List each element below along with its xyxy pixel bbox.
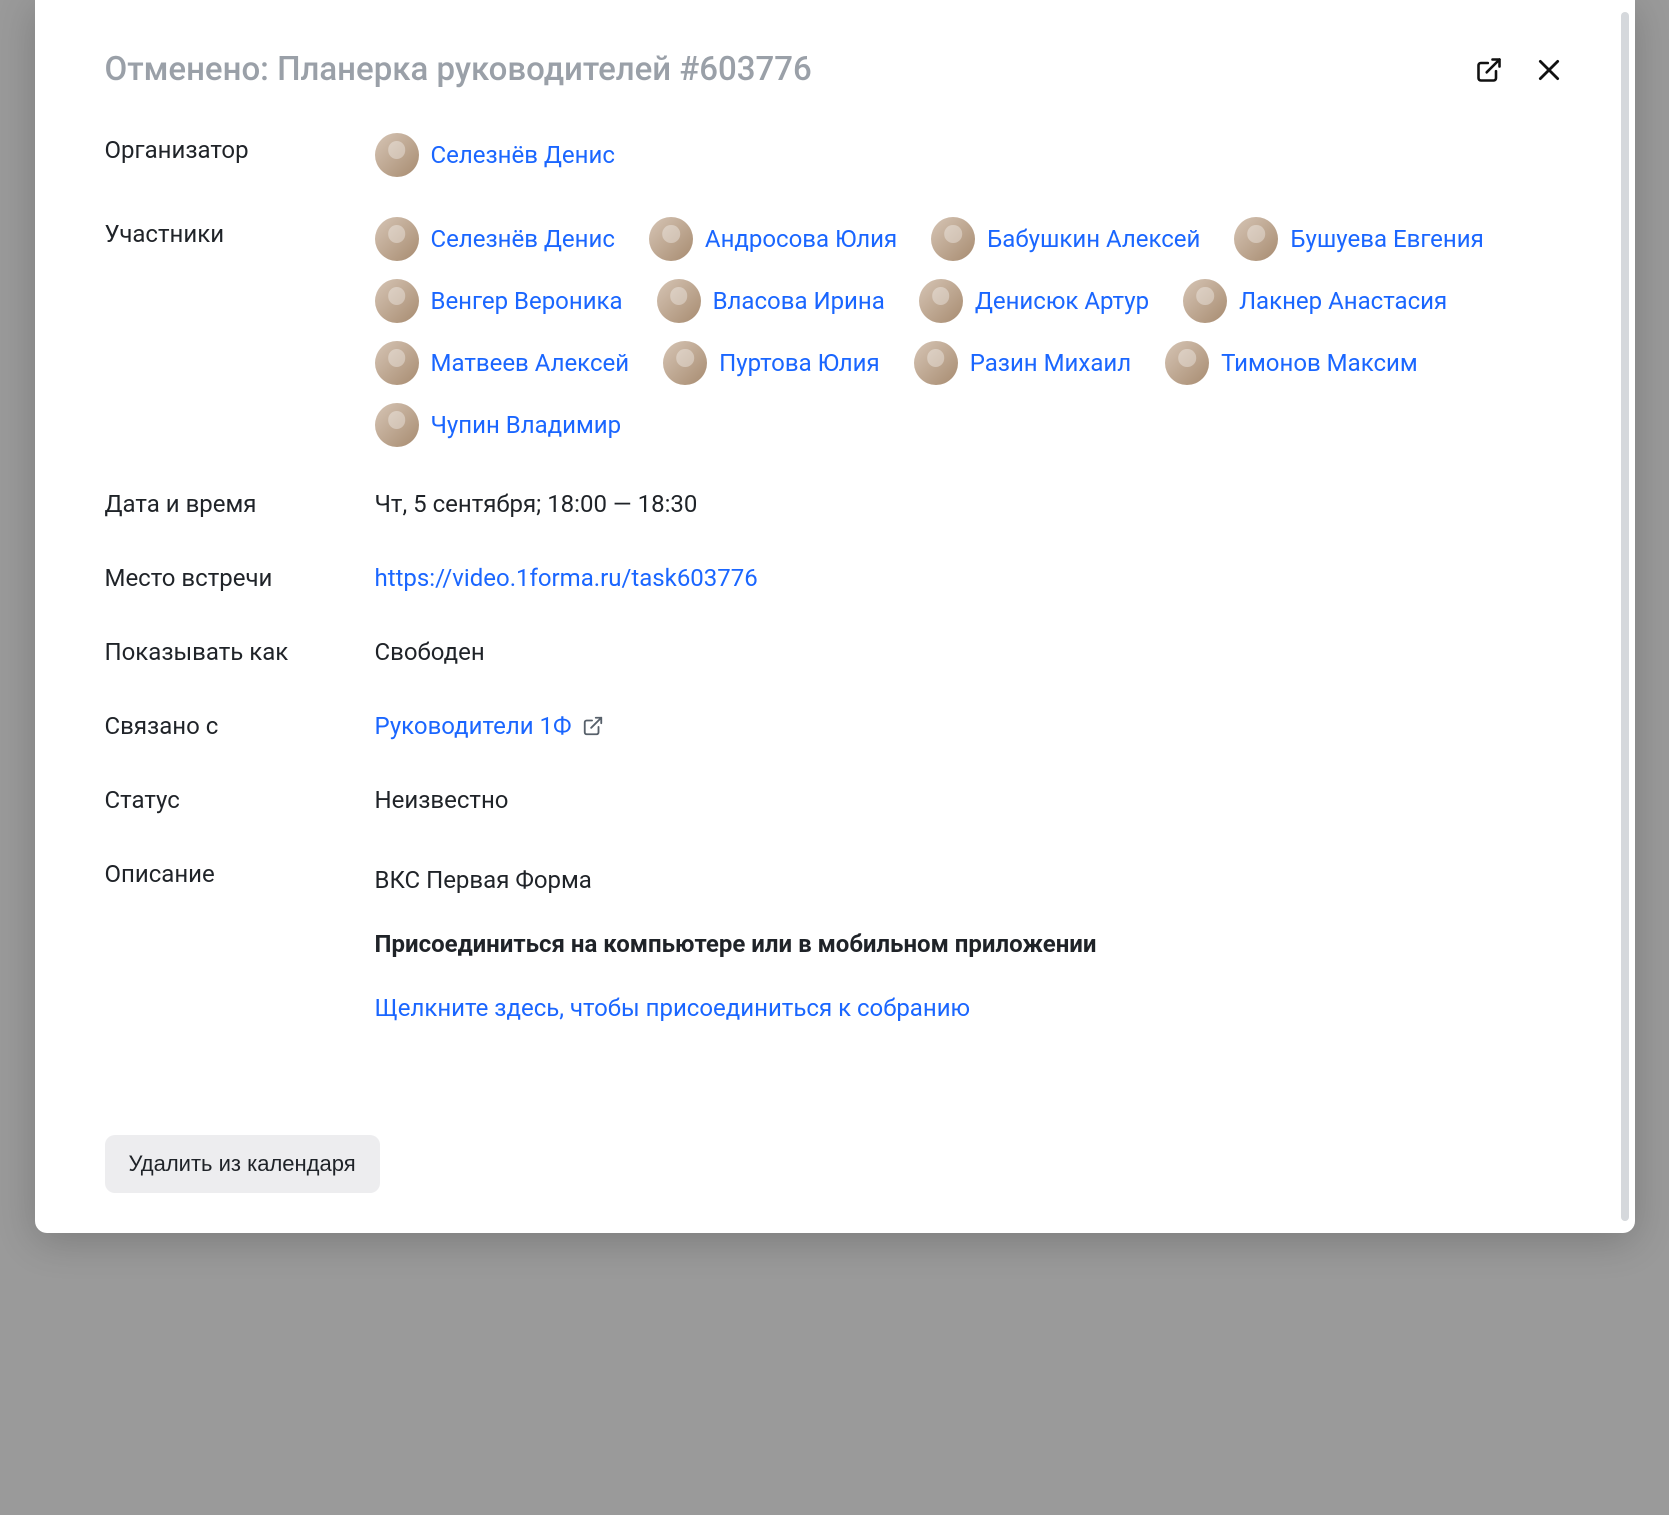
modal-header: Отменено: Планерка руководителей #603776 — [105, 50, 1565, 89]
modal-footer: Удалить из календаря — [105, 1135, 1565, 1193]
avatar — [375, 403, 419, 447]
person-name: Матвеев Алексей — [431, 346, 630, 380]
label-datetime: Дата и время — [105, 487, 375, 521]
row-status: Статус Неизвестно — [105, 783, 1565, 817]
participant-person[interactable]: Тимонов Максим — [1165, 341, 1418, 385]
value-location: https://video.1forma.ru/task603776 — [375, 561, 1565, 595]
avatar — [914, 341, 958, 385]
value-description: ВКС Первая Форма Присоединиться на компь… — [375, 863, 1565, 1055]
participant-person[interactable]: Бабушкин Алексей — [931, 217, 1200, 261]
participant-person[interactable]: Разин Михаил — [914, 341, 1131, 385]
participant-person[interactable]: Власова Ирина — [657, 279, 885, 323]
row-organizer: Организатор Селезнёв Денис — [105, 133, 1565, 177]
participant-person[interactable]: Венгер Вероника — [375, 279, 623, 323]
label-related: Связано с — [105, 709, 375, 743]
avatar — [919, 279, 963, 323]
person-name: Разин Михаил — [970, 346, 1131, 380]
participant-person[interactable]: Пуртова Юлия — [663, 341, 880, 385]
person-name: Селезнёв Денис — [431, 222, 615, 256]
participant-person[interactable]: Селезнёв Денис — [375, 217, 615, 261]
person-name: Бабушкин Алексей — [987, 222, 1200, 256]
avatar — [375, 279, 419, 323]
person-name: Тимонов Максим — [1221, 346, 1418, 380]
avatar — [375, 217, 419, 261]
event-title: Отменено: Планерка руководителей #603776 — [105, 50, 812, 89]
value-showas: Свободен — [375, 635, 1565, 669]
external-link-icon — [582, 715, 604, 737]
person-name: Андросова Юлия — [705, 222, 897, 256]
description-heading: Присоединиться на компьютере или в мобил… — [375, 927, 1565, 961]
avatar — [649, 217, 693, 261]
avatar — [375, 341, 419, 385]
avatar — [1234, 217, 1278, 261]
row-description: Описание ВКС Первая Форма Присоединиться… — [105, 857, 1565, 1055]
related-link[interactable]: Руководители 1Ф — [375, 709, 604, 743]
avatar — [663, 341, 707, 385]
participant-person[interactable]: Лакнер Анастасия — [1183, 279, 1447, 323]
row-datetime: Дата и время Чт, 5 сентября; 18:00 — 18:… — [105, 487, 1565, 521]
row-showas: Показывать как Свободен — [105, 635, 1565, 669]
value-related: Руководители 1Ф — [375, 709, 1565, 743]
organizer-person[interactable]: Селезнёв Денис — [375, 133, 1565, 177]
event-modal: Отменено: Планерка руководителей #603776… — [35, 0, 1635, 1233]
person-name: Лакнер Анастасия — [1239, 284, 1447, 318]
participant-person[interactable]: Бушуева Евгения — [1234, 217, 1483, 261]
close-icon[interactable] — [1533, 54, 1565, 86]
avatar — [657, 279, 701, 323]
label-location: Место встречи — [105, 561, 375, 595]
avatar — [1183, 279, 1227, 323]
person-name: Чупин Владимир — [431, 408, 622, 442]
value-participants: Селезнёв Денис Андросова Юлия Бабушкин Але… — [375, 217, 1565, 447]
label-organizer: Организатор — [105, 133, 375, 177]
participant-person[interactable]: Матвеев Алексей — [375, 341, 630, 385]
value-status: Неизвестно — [375, 783, 1565, 817]
avatar — [931, 217, 975, 261]
label-showas: Показывать как — [105, 635, 375, 669]
participant-person[interactable]: Андросова Юлия — [649, 217, 897, 261]
avatar — [375, 133, 419, 177]
related-label: Руководители 1Ф — [375, 709, 572, 743]
person-name: Власова Ирина — [713, 284, 885, 318]
value-organizer: Селезнёв Денис — [375, 133, 1565, 177]
label-status: Статус — [105, 783, 375, 817]
person-name: Бушуева Евгения — [1290, 222, 1483, 256]
row-participants: Участники Селезнёв Денис Андросова Юлия Ба… — [105, 217, 1565, 447]
person-name: Венгер Вероника — [431, 284, 623, 318]
open-external-icon[interactable] — [1473, 54, 1505, 86]
join-meeting-link[interactable]: Щелкните здесь, чтобы присоединиться к с… — [375, 994, 971, 1022]
participants-list: Селезнёв Денис Андросова Юлия Бабушкин Але… — [375, 217, 1565, 447]
person-name: Пуртова Юлия — [719, 346, 880, 380]
delete-from-calendar-button[interactable]: Удалить из календаря — [105, 1135, 380, 1193]
description-line: ВКС Первая Форма — [375, 863, 1565, 897]
participant-person[interactable]: Денисюк Артур — [919, 279, 1149, 323]
row-location: Место встречи https://video.1forma.ru/ta… — [105, 561, 1565, 595]
person-name: Денисюк Артур — [975, 284, 1149, 318]
meeting-link[interactable]: https://video.1forma.ru/task603776 — [375, 564, 758, 592]
avatar — [1165, 341, 1209, 385]
label-description: Описание — [105, 857, 375, 1055]
header-actions — [1473, 54, 1565, 86]
participant-person[interactable]: Чупин Владимир — [375, 403, 622, 447]
label-participants: Участники — [105, 217, 375, 447]
person-name: Селезнёв Денис — [431, 138, 615, 172]
value-datetime: Чт, 5 сентября; 18:00 — 18:30 — [375, 487, 1565, 521]
row-related: Связано с Руководители 1Ф — [105, 709, 1565, 743]
